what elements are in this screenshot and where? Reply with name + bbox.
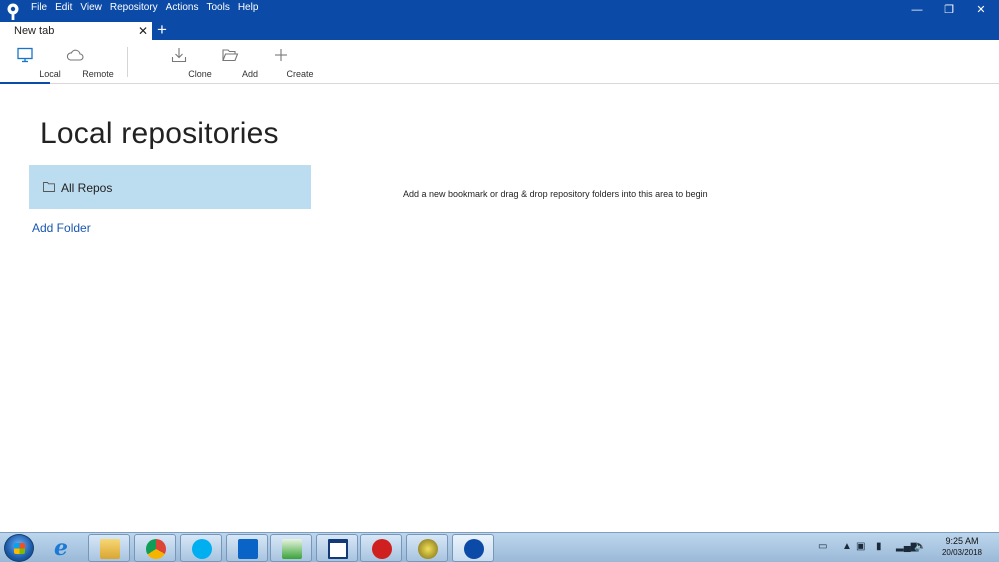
toolbar: Local Remote Clone Add Create xyxy=(0,40,999,84)
system-tray: ▭ ▲ ▣ ▮ ▂▄▆ 🔈 xyxy=(812,533,932,562)
sourcetree-taskbar-icon[interactable] xyxy=(452,534,494,562)
sourcetree-logo-icon xyxy=(7,3,19,20)
clock-date: 20/03/2018 xyxy=(941,548,983,557)
all-repos-item[interactable]: All Repos xyxy=(29,165,311,209)
outlook-icon[interactable] xyxy=(226,534,268,562)
page-title: Local repositories xyxy=(40,117,279,150)
folder-icon xyxy=(43,182,55,192)
create-label: Create xyxy=(286,69,314,79)
tab-close-icon[interactable]: ✕ xyxy=(138,24,148,38)
remote-button[interactable]: Remote xyxy=(52,40,114,84)
menu-view[interactable]: View xyxy=(80,2,102,14)
chrome-icon[interactable] xyxy=(134,534,176,562)
volume-icon[interactable]: 🔈 xyxy=(914,541,926,552)
tab-new-tab[interactable]: New tab ✕ xyxy=(0,22,152,40)
remote-label: Remote xyxy=(82,69,114,79)
menu-tools[interactable]: Tools xyxy=(206,2,229,14)
close-window-button[interactable]: ✕ xyxy=(966,2,996,18)
add-button[interactable]: Add xyxy=(210,40,258,84)
ultraedit-icon[interactable] xyxy=(406,534,448,562)
media-player-icon[interactable] xyxy=(270,534,312,562)
all-repos-label: All Repos xyxy=(61,181,113,195)
empty-state-hint: Add a new bookmark or drag & drop reposi… xyxy=(403,189,708,199)
menu-edit[interactable]: Edit xyxy=(55,2,72,14)
menu-bar: File Edit View Repository Actions Tools … xyxy=(31,2,266,14)
add-folder-link[interactable]: Add Folder xyxy=(32,221,91,235)
local-button[interactable]: Local xyxy=(0,40,61,84)
menu-file[interactable]: File xyxy=(31,2,47,14)
monitor-icon xyxy=(17,47,33,63)
menu-help[interactable]: Help xyxy=(238,2,259,14)
restore-button[interactable]: ❐ xyxy=(934,2,964,18)
start-button[interactable] xyxy=(4,534,34,562)
plus-icon xyxy=(275,49,287,61)
tab-label: New tab xyxy=(14,25,55,37)
download-icon xyxy=(171,48,187,63)
file-explorer-icon[interactable] xyxy=(88,534,130,562)
menu-repository[interactable]: Repository xyxy=(110,2,158,14)
minimize-button[interactable]: — xyxy=(902,2,932,18)
folder-open-icon xyxy=(222,49,239,62)
app-red-icon[interactable] xyxy=(360,534,402,562)
clock-time: 9:25 AM xyxy=(945,536,979,546)
cloud-icon xyxy=(66,49,84,61)
skype-icon[interactable] xyxy=(180,534,222,562)
keyboard-icon[interactable]: ▭ xyxy=(818,541,827,552)
power-icon[interactable]: ▮ xyxy=(876,541,882,552)
tray-expand-icon[interactable]: ▲ xyxy=(842,541,852,552)
menu-actions[interactable]: Actions xyxy=(166,2,199,14)
new-tab-button[interactable]: + xyxy=(157,20,167,40)
clone-button[interactable]: Clone xyxy=(158,40,212,84)
create-button[interactable]: Create xyxy=(262,40,314,84)
window-icon[interactable] xyxy=(316,534,358,562)
toolbar-divider xyxy=(127,47,128,77)
language-icon[interactable]: ▣ xyxy=(856,541,865,552)
taskbar: e ▭ ▲ ▣ ▮ ▂▄▆ 🔈 9:25 AM 20/03/2018 xyxy=(0,532,999,562)
system-clock[interactable]: 9:25 AM 20/03/2018 xyxy=(932,536,992,558)
